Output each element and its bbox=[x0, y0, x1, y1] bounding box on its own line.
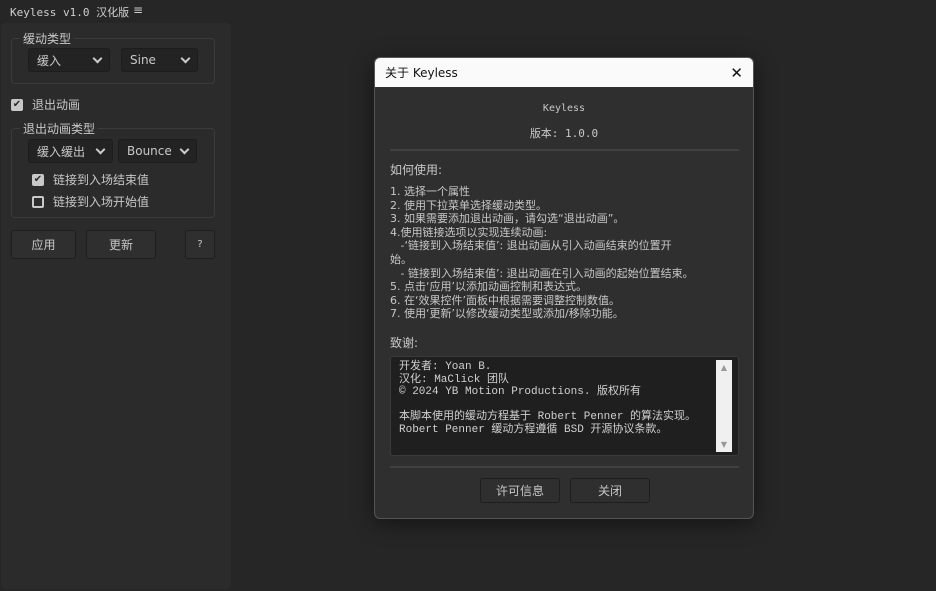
unchecked-box-icon bbox=[32, 195, 44, 208]
link-end-label: 链接到入场结束值 bbox=[53, 173, 150, 187]
link-end-checkbox[interactable]: ✔ 链接到入场结束值 bbox=[32, 171, 149, 188]
chevron-down-icon bbox=[180, 53, 191, 63]
scroll-up-icon[interactable]: ▲ bbox=[721, 363, 727, 372]
credit-line bbox=[399, 399, 711, 412]
divider bbox=[390, 466, 739, 468]
credit-line: 本脚本使用的缓动方程基于 Robert Penner 的算法实现。 bbox=[399, 411, 697, 423]
dialog-app-name: Keyless bbox=[542, 103, 586, 114]
dialog-title: 关于 Keyless bbox=[385, 66, 458, 80]
check-icon: ✔ bbox=[11, 98, 23, 111]
check-icon: ✔ bbox=[32, 173, 44, 186]
credits-title: 致谢: bbox=[390, 336, 419, 350]
about-dialog: 关于 Keyless ✕ Keyless 版本: 1.0.0 如何使用: 1. 选… bbox=[374, 57, 754, 519]
ease-direction-dropdown[interactable]: 缓入 bbox=[28, 48, 110, 72]
menu-icon[interactable]: ≡ bbox=[133, 3, 143, 17]
help-button[interactable]: ? bbox=[185, 230, 215, 259]
scrollbar[interactable]: ▲ ▼ bbox=[716, 360, 732, 452]
credit-line: © 2024 YB Motion Productions. 版权所有 bbox=[399, 386, 642, 398]
how-step: 2. 使用下拉菜单选择缓动类型。 bbox=[390, 198, 547, 212]
ease-direction-value: 缓入 bbox=[37, 53, 62, 68]
dialog-titlebar: 关于 Keyless ✕ bbox=[375, 58, 753, 87]
app-title: Keyless v1.0 汉化版 bbox=[10, 6, 130, 19]
ease-curve-value: Sine bbox=[130, 53, 156, 67]
how-step: 4.使用链接选项以实现连续动画: bbox=[390, 225, 548, 239]
update-button[interactable]: 更新 bbox=[86, 230, 156, 259]
how-to-list: 1. 选择一个属性 2. 使用下拉菜单选择缓动类型。 3. 如果需要添加退出动画，请… bbox=[390, 185, 742, 321]
scroll-down-icon[interactable]: ▼ bbox=[721, 440, 727, 449]
ease-type-label: 缓动类型 bbox=[20, 30, 75, 47]
how-step: 3. 如果需要添加退出动画，请勾选“退出动画”。 bbox=[390, 212, 625, 226]
link-start-checkbox[interactable]: 链接到入场开始值 bbox=[32, 193, 149, 210]
credit-line: 开发者: Yoan B. bbox=[399, 361, 492, 373]
exit-animation-checkbox[interactable]: ✔ 退出动画 bbox=[11, 96, 80, 113]
ease-curve-dropdown[interactable]: Sine bbox=[121, 48, 198, 72]
exit-direction-dropdown[interactable]: 缓入缓出 bbox=[28, 139, 113, 163]
how-step: -‘链接到入场结束值’: 退出动画从引入动画结束的位置开 bbox=[390, 239, 672, 253]
chevron-down-icon bbox=[179, 144, 190, 154]
credit-line: 汉化: MaClick 团队 bbox=[399, 373, 510, 386]
how-step: 6. 在‘效果控件’面板中根据需要调整控制数值。 bbox=[390, 293, 620, 307]
exit-animation-label: 退出动画 bbox=[32, 98, 81, 112]
how-step: 7. 使用‘更新’以修改缓动类型或添加/移除功能。 bbox=[390, 307, 624, 321]
dialog-version: 版本: 1.0.0 bbox=[529, 127, 599, 140]
credits-textarea[interactable]: 开发者: Yoan B. 汉化: MaClick 团队 © 2024 YB Moti… bbox=[390, 356, 739, 456]
link-start-label: 链接到入场开始值 bbox=[53, 195, 150, 209]
exit-curve-dropdown[interactable]: Bounce bbox=[118, 139, 197, 163]
chevron-down-icon bbox=[92, 53, 103, 63]
how-step: - 链接到入场结束值’: 退出动画在引入动画的起始位置结束。 bbox=[390, 266, 694, 280]
close-button[interactable]: 关闭 bbox=[570, 478, 650, 503]
how-step: 始。 bbox=[390, 252, 412, 266]
how-step: 5. 点击‘应用’以添加动画控制和表达式。 bbox=[390, 280, 587, 294]
how-step: 1. 选择一个属性 bbox=[390, 185, 470, 198]
license-button[interactable]: 许可信息 bbox=[480, 478, 560, 503]
exit-curve-value: Bounce bbox=[127, 144, 172, 158]
apply-button[interactable]: 应用 bbox=[11, 230, 76, 259]
how-to-title: 如何使用: bbox=[390, 163, 443, 177]
chevron-down-icon bbox=[95, 144, 106, 154]
exit-direction-value: 缓入缓出 bbox=[37, 144, 86, 159]
exit-type-label: 退出动画类型 bbox=[20, 120, 99, 137]
credit-line: Robert Penner 缓动方程遵循 BSD 开源协议条款。 bbox=[399, 423, 668, 436]
divider bbox=[390, 149, 739, 151]
close-icon[interactable]: ✕ bbox=[730, 64, 743, 82]
